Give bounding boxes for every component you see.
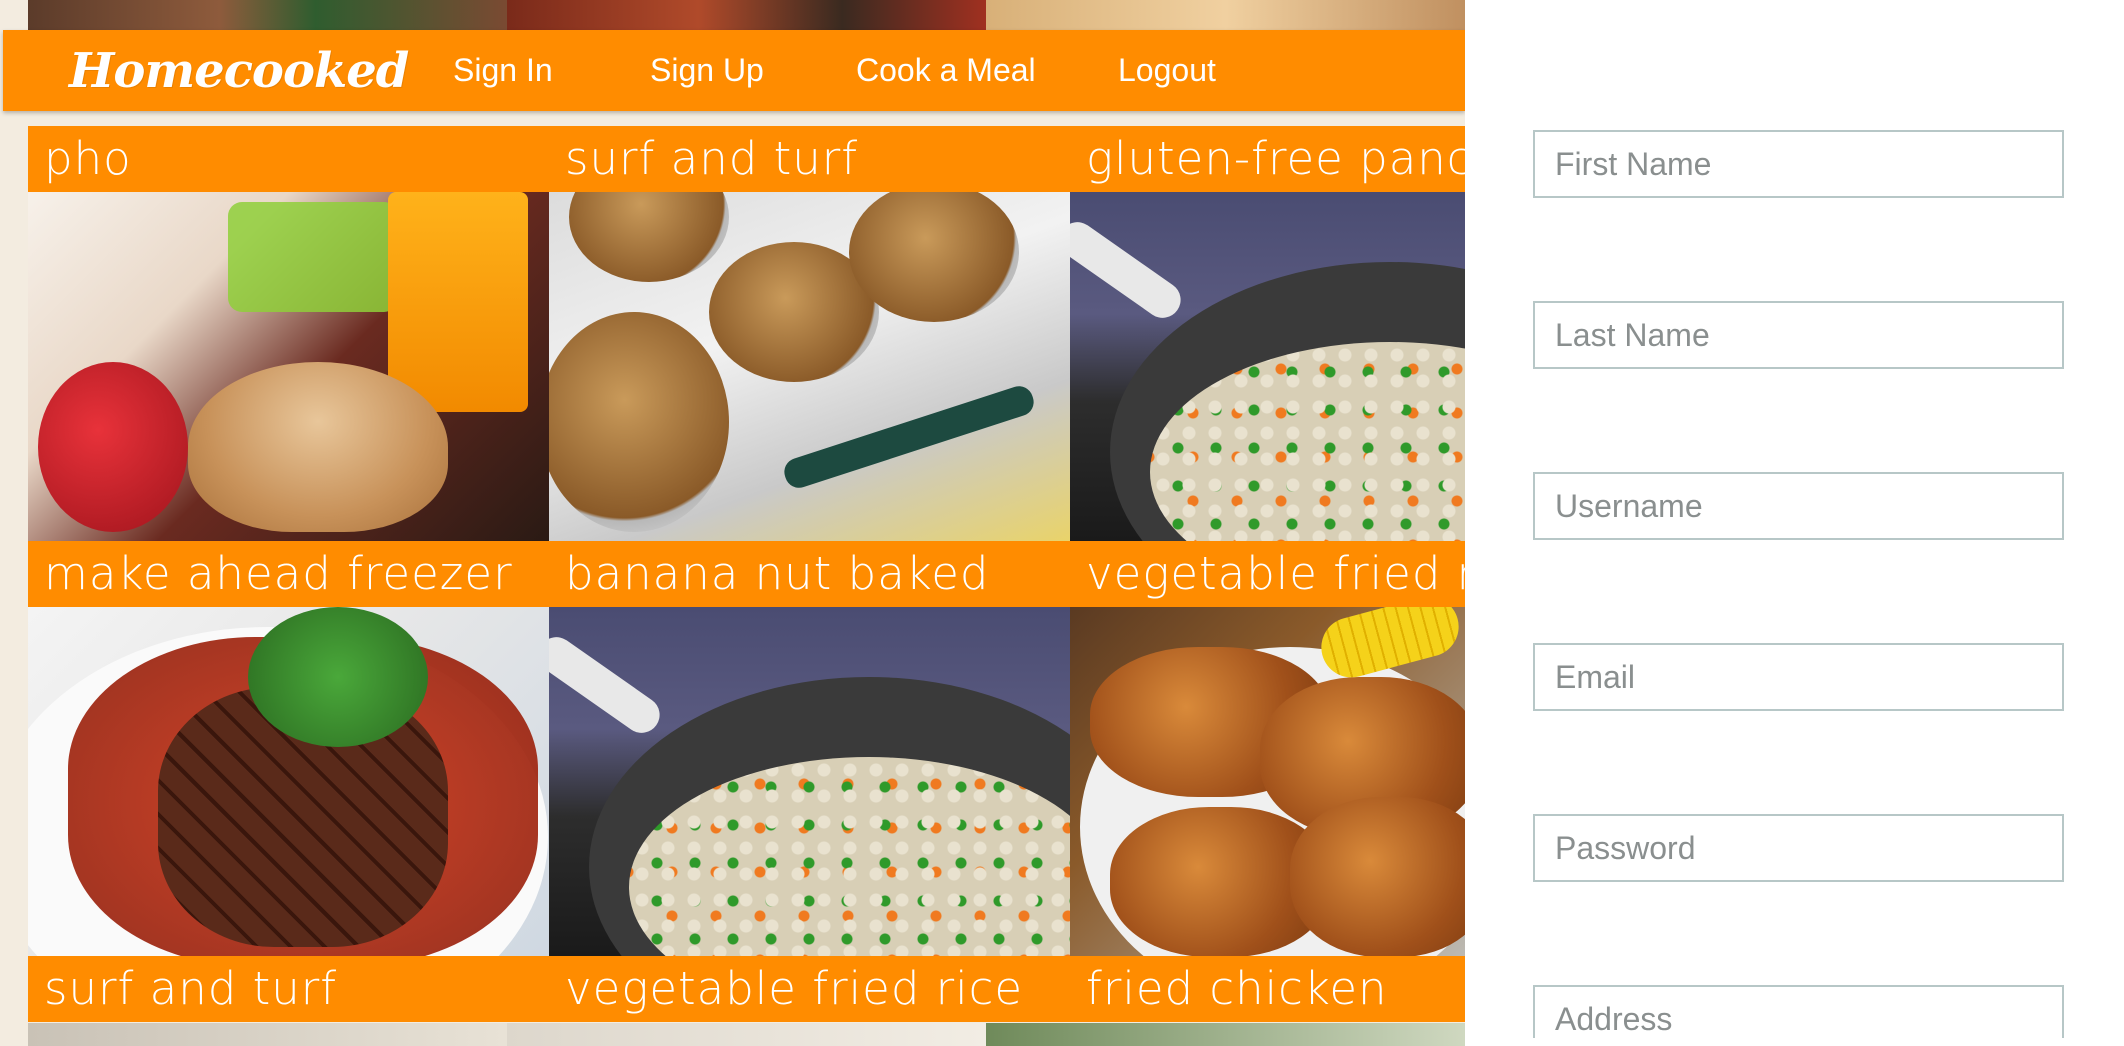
cook-a-meal-link[interactable]: Cook a Meal: [856, 52, 1036, 89]
meal-title[interactable]: banana nut baked: [549, 541, 1070, 607]
username-field[interactable]: [1533, 472, 2064, 540]
gallery-top-partial-row: [28, 0, 1465, 30]
meal-grid: pho surf and turf gluten-free panca make: [28, 126, 1465, 1024]
meal-title[interactable]: make ahead freezer: [28, 541, 549, 607]
meal-card[interactable]: fried chicken: [1070, 956, 1465, 1024]
meal-photo-partial[interactable]: [507, 0, 986, 30]
meal-photo[interactable]: [549, 192, 1070, 541]
meal-title[interactable]: surf and turf: [549, 126, 1070, 192]
meal-card[interactable]: gluten-free panca: [1070, 126, 1465, 541]
email-field[interactable]: [1533, 643, 2064, 711]
meal-card[interactable]: surf and turf: [549, 126, 1070, 541]
meal-card[interactable]: pho: [28, 126, 549, 541]
meal-gallery: pho surf and turf gluten-free panca make: [0, 0, 1465, 1046]
meal-photo[interactable]: [549, 607, 1070, 956]
meal-card[interactable]: vegetable fried rice: [549, 956, 1070, 1024]
meal-photo-partial[interactable]: [507, 1023, 986, 1046]
signup-panel: [1465, 0, 2124, 1046]
meal-card[interactable]: banana nut baked: [549, 541, 1070, 956]
meal-title[interactable]: vegetable fried ric: [1070, 541, 1465, 607]
top-navbar: Homecooked Sign In Sign Up Cook a Meal L…: [3, 30, 1465, 111]
brand-logo[interactable]: Homecooked: [69, 43, 409, 99]
meal-photo[interactable]: [1070, 607, 1465, 956]
meal-card[interactable]: make ahead freezer: [28, 541, 549, 956]
sign-in-link[interactable]: Sign In: [453, 52, 553, 89]
last-name-field[interactable]: [1533, 301, 2064, 369]
meal-photo[interactable]: [1070, 192, 1465, 541]
meal-title[interactable]: vegetable fried rice: [549, 956, 1070, 1022]
meal-title[interactable]: gluten-free panca: [1070, 126, 1465, 192]
address-field[interactable]: [1533, 985, 2064, 1046]
meal-title[interactable]: pho: [28, 126, 549, 192]
panel-bottom-edge: [1465, 1038, 2124, 1046]
meal-photo-partial[interactable]: [986, 1023, 1465, 1046]
meal-title[interactable]: surf and turf: [28, 956, 549, 1022]
meal-card[interactable]: vegetable fried ric: [1070, 541, 1465, 956]
password-field[interactable]: [1533, 814, 2064, 882]
meal-photo-partial[interactable]: [28, 1023, 507, 1046]
meal-card[interactable]: surf and turf: [28, 956, 549, 1024]
meal-photo[interactable]: [28, 607, 549, 956]
gallery-bottom-partial-row: [28, 1023, 1465, 1046]
sign-up-link[interactable]: Sign Up: [650, 52, 764, 89]
meal-photo-partial[interactable]: [28, 0, 507, 30]
logout-link[interactable]: Logout: [1118, 52, 1216, 89]
first-name-field[interactable]: [1533, 130, 2064, 198]
meal-photo-partial[interactable]: [986, 0, 1465, 30]
meal-photo[interactable]: [28, 192, 549, 541]
meal-title[interactable]: fried chicken: [1070, 956, 1465, 1022]
